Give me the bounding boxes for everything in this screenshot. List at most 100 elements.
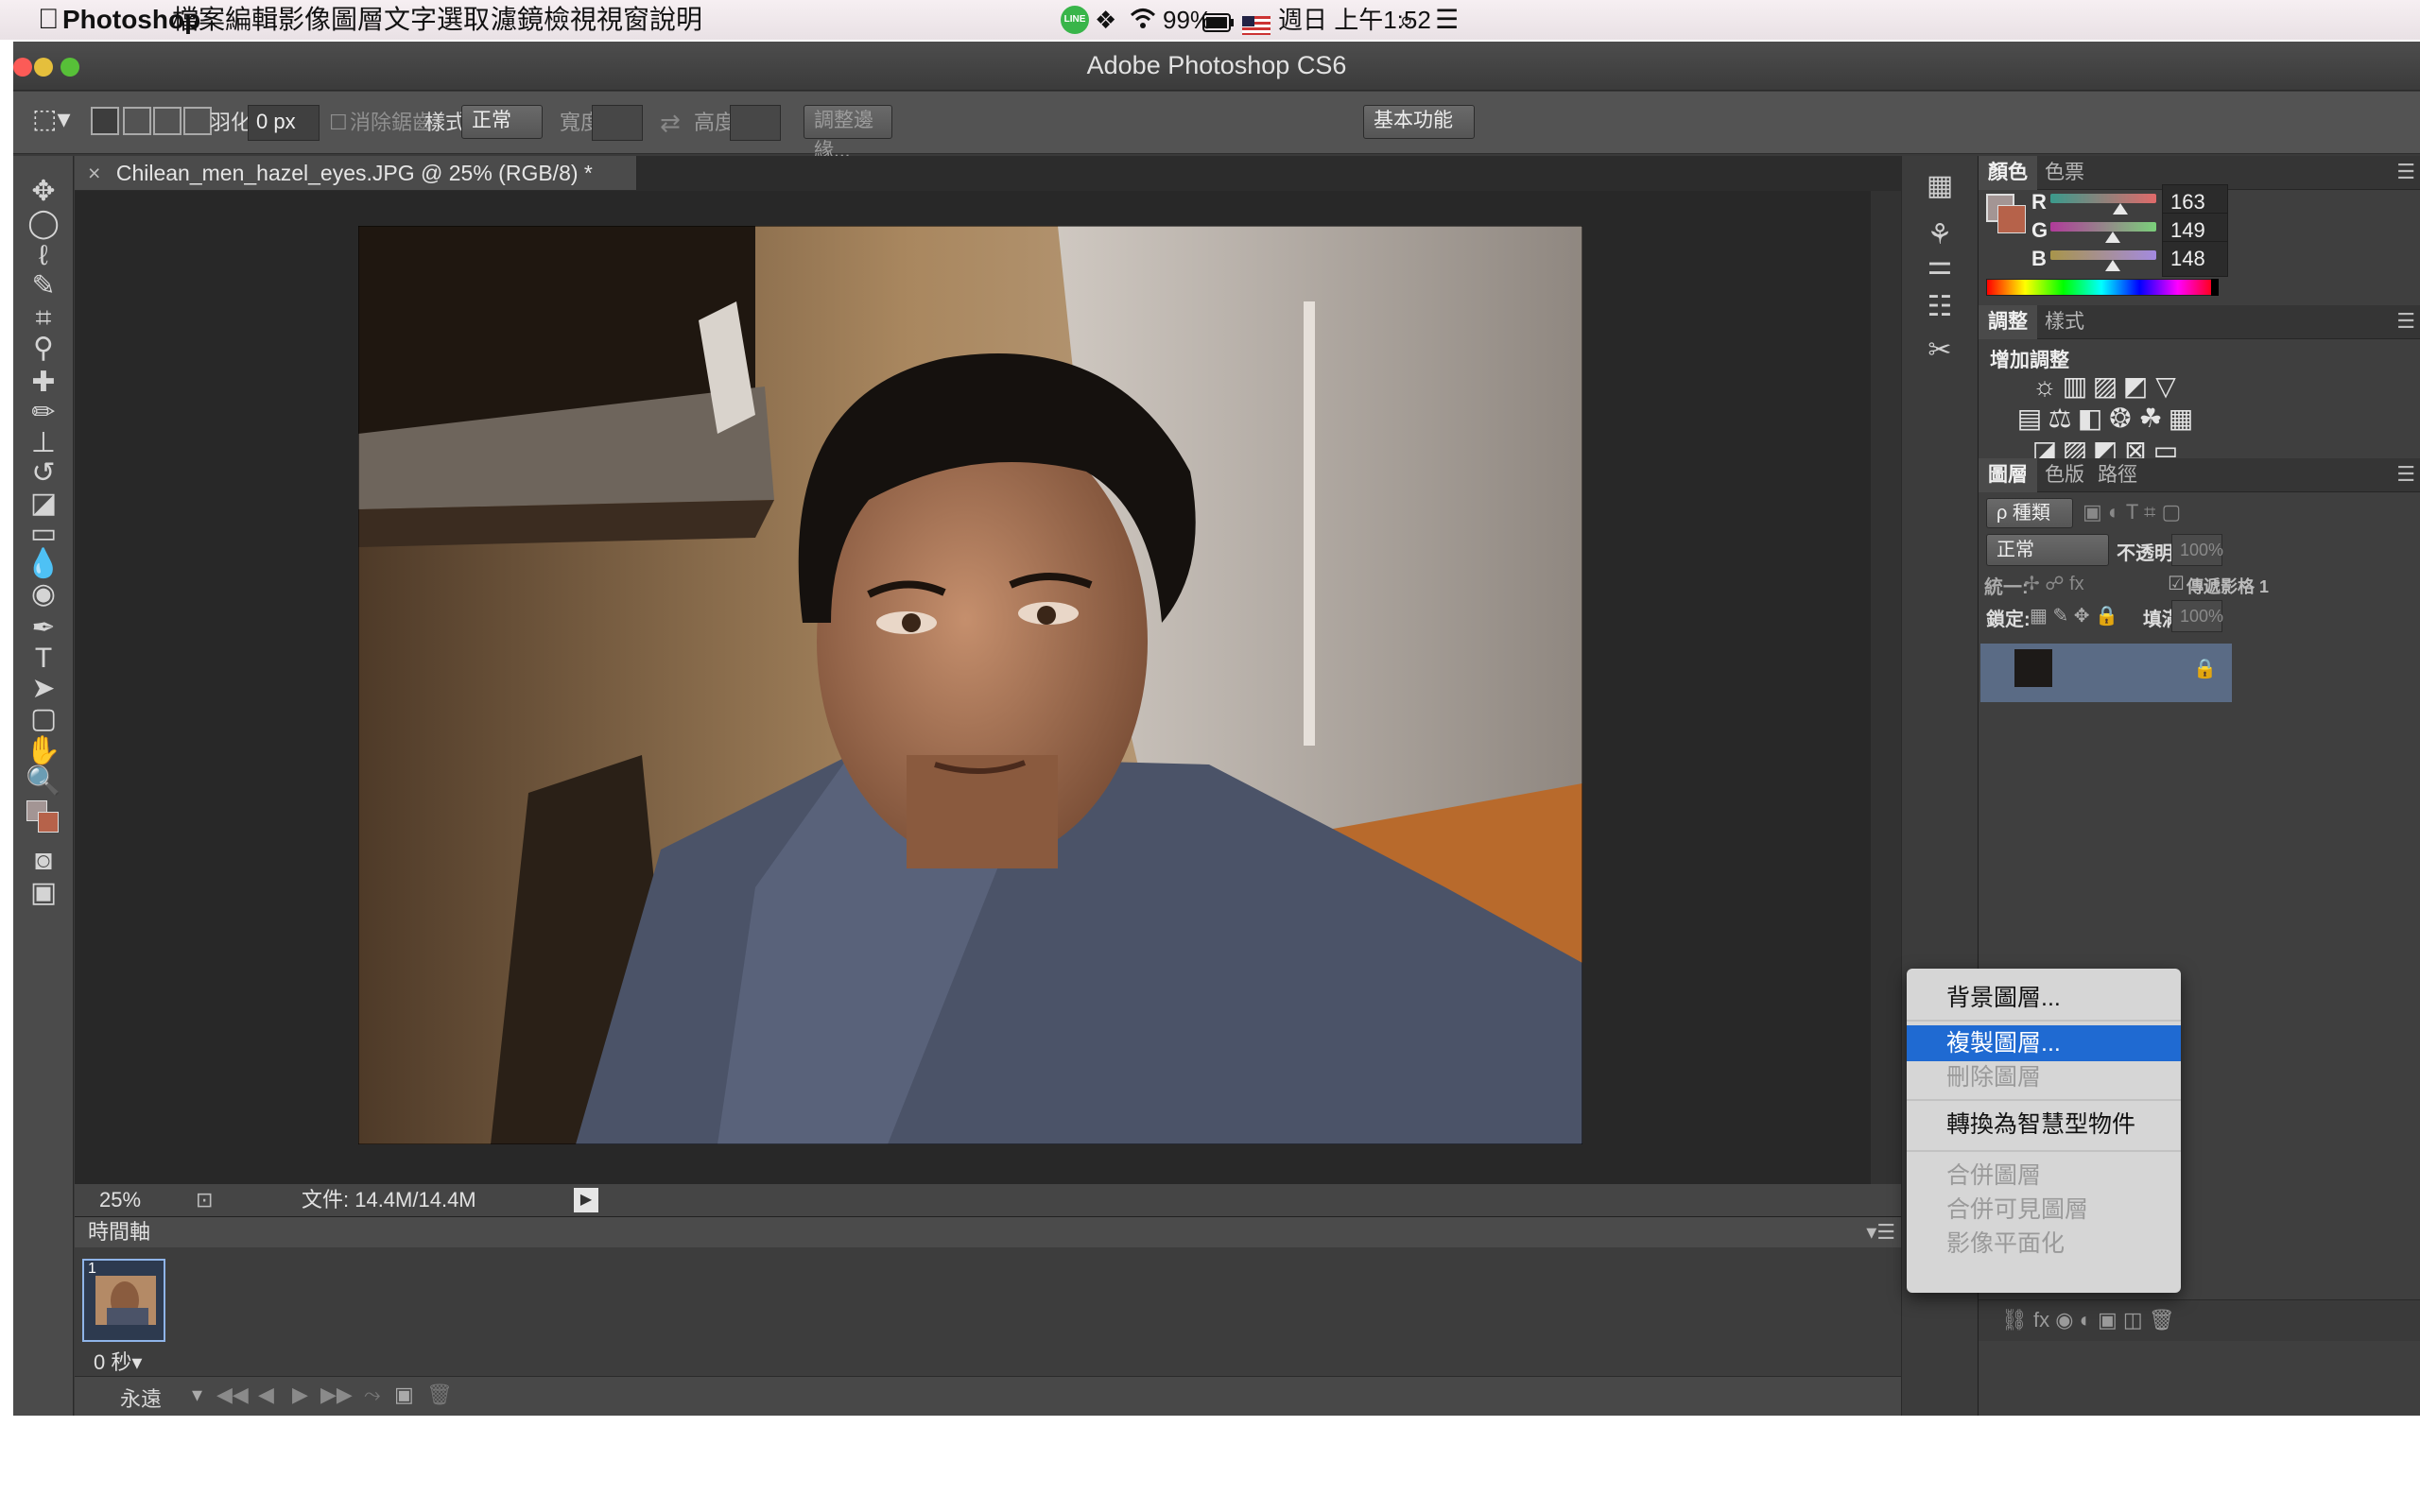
b-value-input[interactable]: 148 [2162, 241, 2228, 277]
channel-mixer-icon[interactable]: ☘ [2134, 402, 2168, 436]
screen-mode-icon[interactable]: ▣ [25, 874, 62, 912]
background-layer-row[interactable]: 🔒 [1980, 644, 2232, 702]
tab-layers[interactable]: 圖層 [1979, 458, 2037, 492]
spotlight-icon[interactable]: ⌕ [1399, 4, 1414, 36]
eyedropper-tool-icon[interactable]: ⚲ [25, 330, 62, 368]
battery-icon[interactable] [1202, 9, 1235, 41]
tab-swatches[interactable]: 色票 [2035, 156, 2094, 190]
first-frame-icon[interactable]: ◀◀ [216, 1383, 249, 1407]
flag-icon[interactable] [1242, 10, 1270, 43]
adjustments-panel-menu-icon[interactable]: ☰ [2396, 309, 2415, 334]
add-selection-icon[interactable] [123, 107, 151, 135]
menu-image[interactable]: 影像 [278, 4, 331, 36]
g-slider-track[interactable] [2050, 222, 2156, 232]
background-color-swatch[interactable] [38, 812, 59, 833]
layers-panel-menu-icon[interactable]: ☰ [2396, 462, 2415, 487]
menu-item-merge-visible[interactable]: 合併可見圖層 [1907, 1192, 2181, 1228]
menu-window[interactable]: 視窗 [596, 4, 649, 36]
3d-panel-icon[interactable]: ▦ [1921, 167, 1959, 205]
menu-help[interactable]: 說明 [649, 4, 702, 36]
menu-view[interactable]: 檢視 [544, 4, 596, 36]
tool-presets-icon[interactable]: ✂ [1921, 332, 1959, 369]
timeline-menu-icon[interactable]: ▾☰ [1866, 1217, 1895, 1247]
layer-filter-icons[interactable]: ▣ ◐ T ⌗ ▢ [2083, 500, 2181, 524]
close-tab-icon[interactable]: × [88, 161, 100, 185]
tween-icon[interactable]: ⤳ [364, 1383, 381, 1407]
layer-filter-select[interactable]: ρ 種類 [1986, 498, 2073, 528]
color-background-swatch[interactable] [1997, 205, 2026, 233]
menu-file[interactable]: 檔案 [172, 4, 225, 36]
workspace-select[interactable]: 基本功能 [1363, 105, 1475, 139]
vertical-scrollbar[interactable] [1871, 191, 1901, 1184]
frame-delay[interactable]: 0 秒▾ [94, 1346, 142, 1376]
menu-item-duplicate-layer[interactable]: 複製圖層... [1907, 1025, 2181, 1061]
color-panel-menu-icon[interactable]: ☰ [2396, 160, 2415, 184]
g-slider-thumb[interactable] [2105, 232, 2120, 243]
notification-center-icon[interactable]: ☰ [1435, 4, 1459, 36]
dodge-tool-icon[interactable]: ◉ [25, 576, 62, 613]
black-white-icon[interactable]: ◧ [2073, 402, 2107, 436]
b-slider-thumb[interactable] [2105, 260, 2120, 271]
wifi-icon[interactable] [1129, 4, 1157, 40]
subtract-selection-icon[interactable] [153, 107, 182, 135]
color-ramp-black[interactable] [2211, 279, 2219, 296]
fill-input[interactable]: 100% [2171, 600, 2223, 632]
hue-saturation-icon[interactable]: ▤ [2013, 402, 2047, 436]
new-selection-icon[interactable] [91, 107, 119, 135]
dropbox-icon[interactable]: ❖ [1095, 4, 1116, 36]
swap-dimensions-icon[interactable]: ⇄ [660, 109, 681, 137]
marquee-preset-icon[interactable]: ⬚▾ [32, 105, 71, 133]
antialias-checkbox[interactable]: ☐ [329, 109, 348, 137]
opacity-input[interactable]: 100% [2171, 534, 2223, 566]
loop-select[interactable]: 永遠 [120, 1383, 162, 1413]
delete-frame-icon[interactable]: 🗑 [426, 1383, 453, 1407]
curves-icon[interactable]: ▨ [2088, 369, 2122, 404]
next-frame-icon[interactable]: ▶▶ [320, 1383, 353, 1407]
zoom-tool-icon[interactable]: 🔍 [25, 763, 62, 800]
menu-item-merge-layers[interactable]: 合併圖層 [1907, 1158, 2181, 1194]
levels-icon[interactable]: ▥ [2058, 369, 2092, 404]
vibrance-icon[interactable]: ▽ [2149, 369, 2183, 404]
color-ramp[interactable] [1986, 279, 2217, 296]
animation-frame[interactable]: 1 [82, 1259, 165, 1342]
menu-item-convert-smart-object[interactable]: 轉換為智慧型物件 [1907, 1107, 2181, 1143]
prev-frame-icon[interactable]: ◀ [258, 1383, 274, 1407]
style-select[interactable]: 正常 [461, 105, 543, 139]
width-input[interactable] [592, 105, 643, 141]
tab-styles[interactable]: 樣式 [2035, 305, 2094, 339]
r-slider-thumb[interactable] [2113, 203, 2128, 215]
duplicate-frame-icon[interactable]: ▣ [394, 1383, 414, 1407]
document-tab[interactable]: × Chilean_men_hazel_eyes.JPG @ 25% (RGB/… [75, 156, 637, 190]
blend-mode-select[interactable]: 正常 [1986, 534, 2109, 566]
layer-lock-icon[interactable]: 🔒 [2193, 657, 2217, 680]
apple-icon[interactable]:  [38, 4, 60, 36]
layer-footer-icons[interactable]: ⛓ fx ◉ ◐ ▣ ◫ 🗑 [2001, 1308, 2175, 1332]
play-icon[interactable]: ▶ [292, 1383, 308, 1407]
character-panel-icon[interactable]: ☷ [1921, 288, 1959, 326]
brightness-contrast-icon[interactable]: ☼ [2028, 369, 2062, 404]
r-slider-track[interactable] [2050, 194, 2156, 203]
tab-paths[interactable]: 路徑 [2088, 458, 2147, 492]
color-lookup-icon[interactable]: ▦ [2164, 402, 2198, 436]
line-app-icon[interactable]: LINE [1061, 6, 1089, 34]
tab-color[interactable]: 顏色 [1979, 156, 2037, 190]
document-photo[interactable] [358, 226, 1582, 1144]
menu-type[interactable]: 文字 [384, 4, 437, 36]
b-slider-track[interactable] [2050, 250, 2156, 260]
menu-filter[interactable]: 濾鏡 [491, 4, 544, 36]
intersect-selection-icon[interactable] [183, 107, 212, 135]
status-info-icon[interactable]: ⊡ [196, 1184, 213, 1216]
menu-select[interactable]: 選取 [437, 4, 490, 36]
loop-dropdown-icon[interactable]: ▾ [192, 1383, 202, 1407]
tab-adjustments[interactable]: 調整 [1979, 305, 2037, 339]
lock-icons[interactable]: ▦ ✎ ✥ 🔒 [2030, 604, 2118, 627]
height-input[interactable] [730, 105, 781, 141]
unify-icons[interactable]: ✢ ☍ fx [2024, 572, 2084, 595]
tab-channels[interactable]: 色版 [2035, 458, 2094, 492]
menu-layer[interactable]: 圖層 [331, 4, 384, 36]
menu-item-flatten-image[interactable]: 影像平面化 [1907, 1226, 2181, 1262]
properties-panel-icon[interactable]: ⚌ [1921, 247, 1959, 284]
zoom-level[interactable]: 25% [99, 1184, 141, 1216]
exposure-icon[interactable]: ◩ [2118, 369, 2152, 404]
photo-filter-icon[interactable]: ❂ [2103, 402, 2137, 436]
